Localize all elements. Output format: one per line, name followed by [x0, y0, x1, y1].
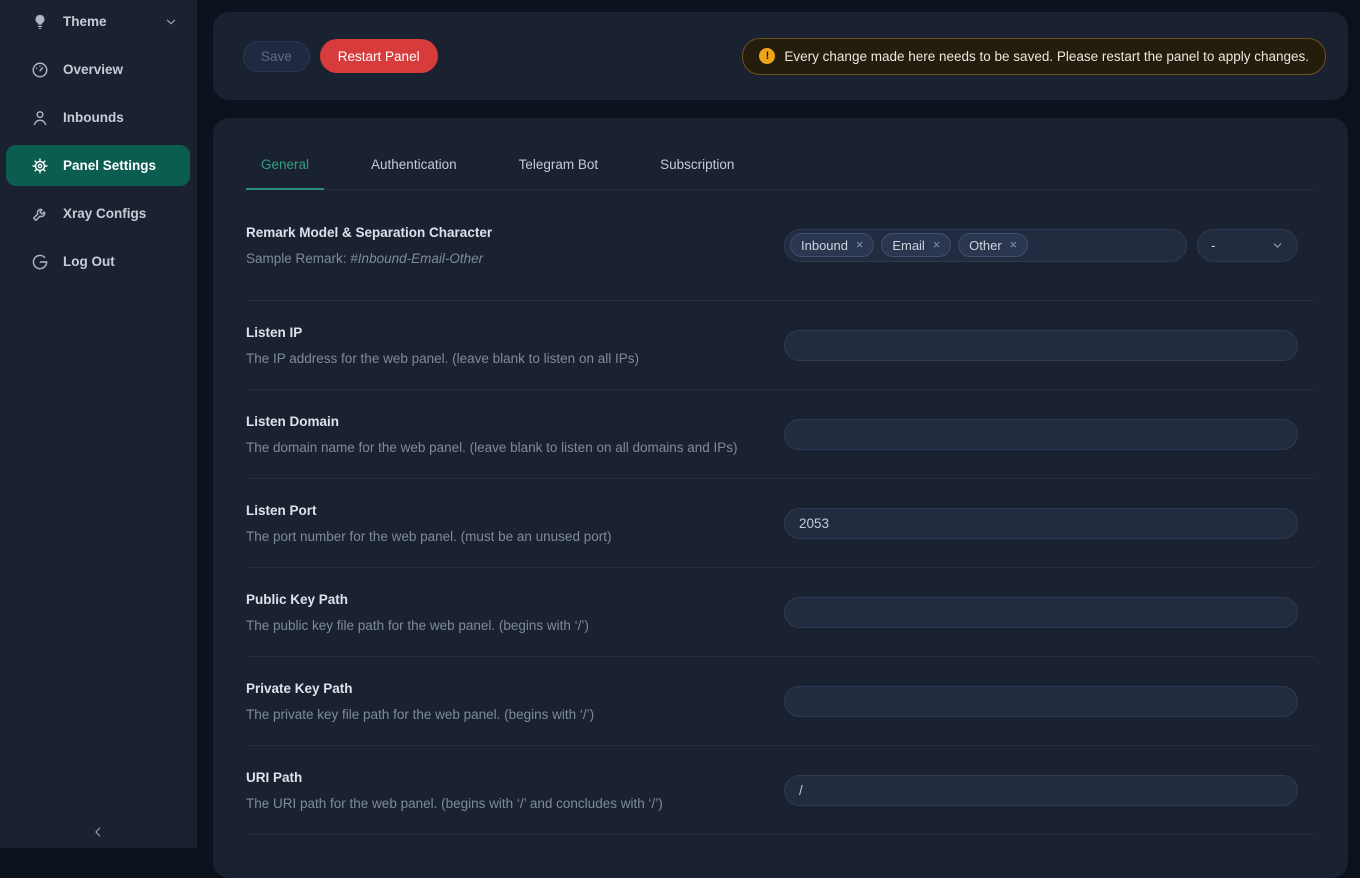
sidebar-item-label: Theme [63, 14, 107, 29]
tag-label: Inbound [801, 238, 848, 253]
tab-telegram-bot[interactable]: Telegram Bot [504, 157, 614, 190]
field-label: Private Key Path [246, 681, 594, 696]
private-key-path-input[interactable] [784, 686, 1298, 717]
gear-icon [31, 157, 49, 175]
remove-tag-icon[interactable]: × [933, 239, 940, 252]
listen-domain-input[interactable] [784, 419, 1298, 450]
form-row-remark-model: Remark Model & Separation Character Samp… [246, 190, 1315, 301]
remark-model-multiselect[interactable]: Inbound × Email × Other × [784, 229, 1187, 262]
chevron-down-icon [1271, 239, 1284, 252]
field-label: Listen IP [246, 325, 639, 340]
tag-label: Email [892, 238, 925, 253]
form-row-private-key-path: Private Key Path The private key file pa… [246, 657, 1315, 746]
remove-tag-icon[interactable]: × [1010, 239, 1017, 252]
settings-tabs: General Authentication Telegram Bot Subs… [246, 118, 1315, 190]
tag-email: Email × [881, 233, 951, 257]
sidebar: Theme Overview Inbounds [0, 0, 197, 848]
listen-ip-input[interactable] [784, 330, 1298, 361]
field-description: The IP address for the web panel. (leave… [246, 351, 639, 366]
sidebar-collapse-button[interactable] [88, 820, 108, 844]
gauge-icon [31, 61, 49, 79]
field-description: Sample Remark: #Inbound-Email-Other [246, 251, 492, 266]
sample-remark-prefix: Sample Remark: [246, 251, 350, 266]
field-label: Remark Model & Separation Character [246, 225, 492, 240]
field-description: The port number for the web panel. (must… [246, 529, 611, 544]
listen-port-input[interactable] [784, 508, 1298, 539]
tab-subscription[interactable]: Subscription [645, 157, 749, 190]
lightbulb-icon [31, 13, 49, 31]
form-row-listen-ip: Listen IP The IP address for the web pan… [246, 301, 1315, 390]
field-description: The public key file path for the web pan… [246, 618, 589, 633]
field-label: Listen Port [246, 503, 611, 518]
panel-settings-card: General Authentication Telegram Bot Subs… [213, 118, 1348, 878]
field-description: The private key file path for the web pa… [246, 707, 594, 722]
separation-character-select[interactable]: - [1197, 229, 1298, 262]
sidebar-item-label: Log Out [63, 254, 115, 269]
wrench-icon [31, 205, 49, 223]
save-button[interactable]: Save [243, 41, 310, 72]
warning-text: Every change made here needs to be saved… [784, 49, 1309, 64]
field-label: Listen Domain [246, 414, 738, 429]
chevron-left-icon [91, 825, 105, 839]
tab-general[interactable]: General [246, 157, 324, 190]
tag-other: Other × [958, 233, 1028, 257]
sidebar-item-xray-configs[interactable]: Xray Configs [6, 193, 190, 234]
sample-remark-value: #Inbound-Email-Other [350, 251, 483, 266]
sidebar-item-label: Inbounds [63, 110, 124, 125]
tag-label: Other [969, 238, 1002, 253]
tag-inbound: Inbound × [790, 233, 874, 257]
toolbar: Save Restart Panel ! Every change made h… [213, 12, 1348, 100]
sidebar-item-log-out[interactable]: Log Out [6, 241, 190, 282]
field-label: Public Key Path [246, 592, 589, 607]
user-icon [31, 109, 49, 127]
selected-separator: - [1211, 238, 1216, 253]
public-key-path-input[interactable] [784, 597, 1298, 628]
form-row-listen-domain: Listen Domain The domain name for the we… [246, 390, 1315, 479]
remove-tag-icon[interactable]: × [856, 239, 863, 252]
logout-icon [31, 253, 49, 271]
uri-path-input[interactable] [784, 775, 1298, 806]
warning-banner: ! Every change made here needs to be sav… [742, 38, 1326, 75]
field-description: The URI path for the web panel. (begins … [246, 796, 663, 811]
field-label: URI Path [246, 770, 663, 785]
sidebar-item-overview[interactable]: Overview [6, 49, 190, 90]
sidebar-item-theme[interactable]: Theme [6, 1, 190, 42]
field-description: The domain name for the web panel. (leav… [246, 440, 738, 455]
warning-icon: ! [759, 48, 775, 64]
form-row-public-key-path: Public Key Path The public key file path… [246, 568, 1315, 657]
chevron-down-icon [164, 15, 178, 29]
sidebar-item-label: Xray Configs [63, 206, 146, 221]
restart-panel-button[interactable]: Restart Panel [320, 39, 438, 73]
sidebar-item-label: Overview [63, 62, 123, 77]
tab-authentication[interactable]: Authentication [356, 157, 472, 190]
sidebar-item-inbounds[interactable]: Inbounds [6, 97, 190, 138]
sidebar-item-panel-settings[interactable]: Panel Settings [6, 145, 190, 186]
sidebar-item-label: Panel Settings [63, 158, 156, 173]
form-row-listen-port: Listen Port The port number for the web … [246, 479, 1315, 568]
form-row-uri-path: URI Path The URI path for the web panel.… [246, 746, 1315, 835]
